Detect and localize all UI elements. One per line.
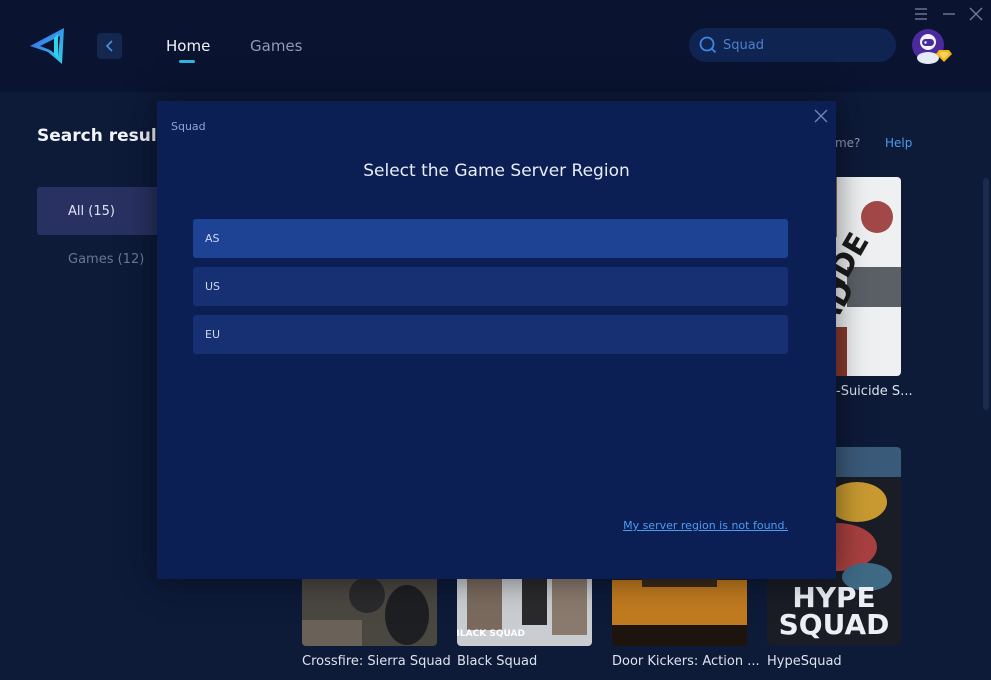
region-option-as[interactable]: AS	[193, 219, 788, 258]
game-title: Door Kickers: Action ...	[612, 654, 760, 669]
active-tab-indicator	[179, 60, 195, 63]
menu-icon[interactable]	[913, 6, 929, 22]
filter-games[interactable]: Games (12)	[37, 235, 177, 283]
modal-title: Select the Game Server Region	[363, 161, 630, 181]
back-button[interactable]	[97, 33, 122, 59]
region-option-eu[interactable]: EU	[193, 315, 788, 354]
cover-text: BLACK SQUAD	[457, 629, 525, 639]
region-not-found-link[interactable]: My server region is not found.	[623, 519, 788, 532]
help-link[interactable]: Help	[885, 136, 912, 150]
region-option-us[interactable]: US	[193, 267, 788, 306]
game-title: HypeSquad	[767, 654, 842, 669]
tab-games[interactable]: Games	[250, 37, 302, 55]
server-region-modal: Squad Select the Game Server Region AS U…	[157, 101, 836, 579]
game-title: Black Squad	[457, 654, 538, 669]
minimize-icon[interactable]	[941, 6, 957, 22]
game-title: Crossfire: Sierra Squad	[302, 654, 451, 669]
results-scrollbar[interactable]	[983, 178, 989, 410]
game-title: -Suicide S...	[836, 384, 913, 399]
user-avatar[interactable]	[911, 28, 955, 64]
chevron-left-icon	[105, 40, 113, 52]
app-logo-icon	[30, 28, 64, 64]
cover-text: SQUAD	[779, 608, 890, 641]
search-box[interactable]	[689, 28, 896, 62]
modal-close-icon[interactable]	[813, 108, 829, 124]
filter-all[interactable]: All (15)	[37, 187, 177, 235]
page-title: Search results	[37, 126, 175, 146]
close-icon[interactable]	[968, 6, 984, 22]
top-bar: Home Games	[0, 0, 991, 92]
search-input[interactable]	[723, 37, 883, 53]
tab-home[interactable]: Home	[166, 37, 210, 55]
modal-game-name: Squad	[171, 120, 206, 133]
search-icon	[699, 36, 717, 54]
